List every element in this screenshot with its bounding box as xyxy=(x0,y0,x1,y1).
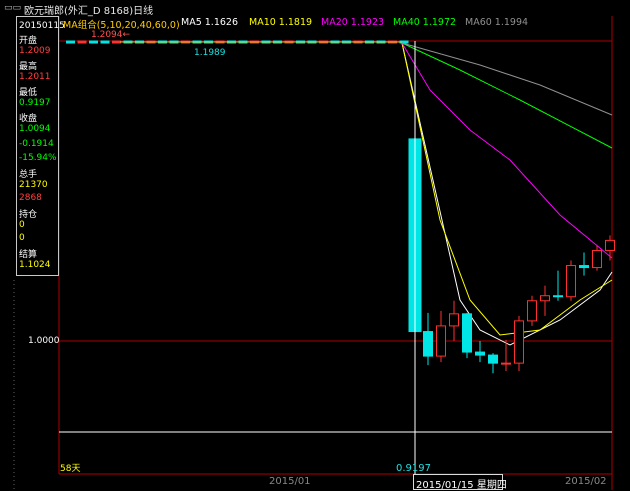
pre-crash-candle xyxy=(66,40,75,44)
ma60-label: MA60 1.1994 xyxy=(465,17,529,28)
candle-body xyxy=(423,331,433,357)
chart-canvas[interactable] xyxy=(0,0,630,490)
high-label: 最高 xyxy=(19,62,38,72)
cursor-date: 2015/01/15 星期四 xyxy=(416,480,507,491)
close-value: 1.0094 xyxy=(19,124,51,134)
ma20-line xyxy=(401,42,613,259)
candle-body xyxy=(553,295,563,298)
change-value: -0.1914 xyxy=(19,139,54,149)
cursor-low-price: 0.9197 xyxy=(396,463,431,474)
peak-price: 1.2094 xyxy=(91,30,123,40)
ma40-label: MA40 1.1972 xyxy=(393,17,457,28)
quote-date: 20150115 xyxy=(19,21,65,31)
candle-body xyxy=(527,300,537,322)
ma10-label: MA10 1.1819 xyxy=(249,17,313,28)
level-price-label: 1.1989 xyxy=(194,48,226,58)
candle-body xyxy=(592,249,602,269)
position-label: 持仓 xyxy=(19,210,38,220)
pre-crash-candle xyxy=(112,40,121,44)
position-value: 0 xyxy=(19,220,25,230)
pre-crash-candle xyxy=(77,40,87,44)
settle-value: 1.1024 xyxy=(19,260,51,270)
candlesticks xyxy=(408,138,615,422)
cursor-date-box: 2015/01/15 星期四 xyxy=(413,474,507,491)
ma60-line xyxy=(401,42,613,116)
change-percent: -15.94% xyxy=(19,153,57,163)
pre-crash-candle xyxy=(100,40,110,44)
open-value: 1.2009 xyxy=(19,46,51,56)
candle-body xyxy=(540,295,550,302)
candle-body xyxy=(475,351,485,356)
settle-label: 结算 xyxy=(19,250,38,260)
candle-body xyxy=(501,362,511,365)
ma20-label: MA20 1.1923 xyxy=(321,17,385,28)
low-label: 最低 xyxy=(19,88,38,98)
ma-group-label[interactable]: MA组合(5,10,20,40,60,0) xyxy=(63,17,180,31)
pre-crash-candle xyxy=(89,40,98,44)
quote-info-panel: 20150115 开盘 1.2009 最高 1.2011 最低 0.9197 收… xyxy=(16,16,65,276)
candle-body xyxy=(462,313,472,353)
volume-value: 21370 xyxy=(19,180,48,190)
candle-body xyxy=(488,354,498,364)
position-change-value: 0 xyxy=(19,233,25,243)
volume-label: 总手 xyxy=(19,170,38,180)
open-label: 开盘 xyxy=(19,36,38,46)
high-value: 1.2011 xyxy=(19,72,51,82)
candle-body xyxy=(605,239,615,251)
ma10-line xyxy=(401,42,613,336)
x-axis-tick-2015-01: 2015/01 xyxy=(269,476,311,487)
candle-body xyxy=(514,320,524,364)
low-value: 0.9197 xyxy=(19,98,51,108)
chart-frame xyxy=(13,16,613,490)
close-label: 收盘 xyxy=(19,114,38,124)
candle-body xyxy=(436,325,446,357)
x-axis-tick-2015-02: 2015/02 xyxy=(565,476,607,487)
amount-value: 2868 xyxy=(19,193,42,203)
ma5-label: MA5 1.1626 xyxy=(181,17,238,28)
y-axis-tick-1: 1.0000 xyxy=(28,336,60,346)
moving-average-lines xyxy=(401,42,613,346)
candle-body xyxy=(449,313,459,327)
peak-price-label: 1.2094← xyxy=(91,30,130,40)
candle-body xyxy=(566,265,576,298)
candle-body xyxy=(579,265,589,269)
days-count-label: 58天 xyxy=(60,464,81,474)
ma40-line xyxy=(401,42,613,149)
left-arrow-icon: ← xyxy=(122,30,131,40)
